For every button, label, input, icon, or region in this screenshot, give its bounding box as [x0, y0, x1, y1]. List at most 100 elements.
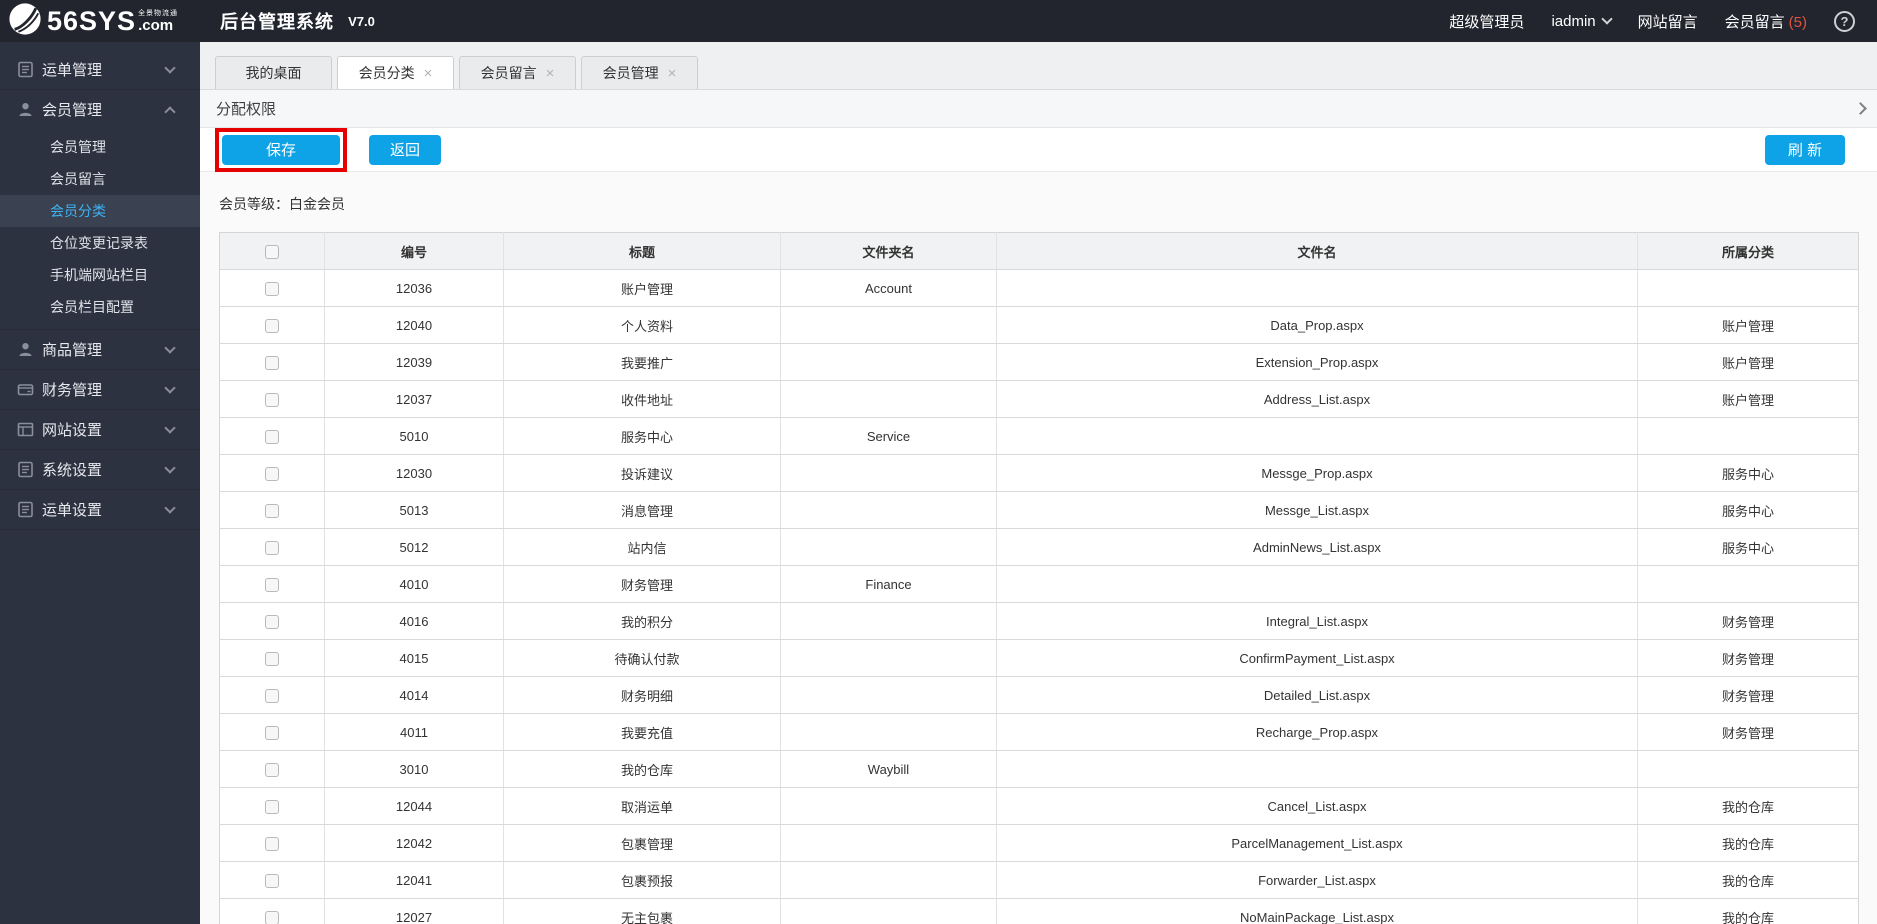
save-button[interactable]: 保存 [222, 134, 340, 165]
cell-category: 服务中心 [1637, 491, 1859, 529]
cell-title: 待确认付款 [503, 639, 781, 677]
cell-id: 5010 [324, 417, 504, 455]
sidebar-subitem-storage-change-log[interactable]: 仓位变更记录表 [0, 227, 200, 259]
cell-title: 投诉建议 [503, 454, 781, 492]
chevron-down-icon [164, 461, 176, 474]
header-file: 文件名 [996, 232, 1638, 270]
row-checkbox-cell [219, 343, 325, 381]
sidebar-item-member-management[interactable]: 会员管理 [0, 90, 200, 129]
app-root: 56SYS 全景物流通 .com 后台管理系统 V7.0 超级管理员 iadmi… [0, 0, 1877, 924]
row-checkbox[interactable] [265, 725, 279, 740]
cell-title: 我的仓库 [503, 750, 781, 788]
cell-file: Messge_List.aspx [996, 491, 1638, 529]
row-checkbox[interactable] [265, 318, 279, 333]
sidebar-item-system-settings[interactable]: 系统设置 [0, 450, 200, 489]
cell-id: 4011 [324, 713, 504, 751]
cell-file: Forwarder_List.aspx [996, 861, 1638, 899]
cell-folder [780, 454, 997, 492]
row-checkbox[interactable] [265, 762, 279, 777]
row-checkbox[interactable] [265, 688, 279, 703]
site-messages-link[interactable]: 网站留言 [1638, 11, 1698, 32]
cell-title: 收件地址 [503, 380, 781, 418]
sidebar-item-website-settings[interactable]: 网站设置 [0, 410, 200, 449]
row-checkbox[interactable] [265, 466, 279, 481]
row-checkbox[interactable] [265, 873, 279, 888]
sidebar-item-waybill-management[interactable]: 运单管理 [0, 50, 200, 89]
user-menu[interactable]: iadmin [1551, 13, 1613, 30]
row-checkbox[interactable] [265, 392, 279, 407]
sidebar-item-product-management[interactable]: 商品管理 [0, 330, 200, 369]
cell-folder: Finance [780, 565, 997, 603]
cell-title: 服务中心 [503, 417, 781, 455]
header-id: 编号 [324, 232, 504, 270]
row-checkbox[interactable] [265, 355, 279, 370]
sidebar-item-waybill-settings[interactable]: 运单设置 [0, 490, 200, 529]
row-checkbox-cell [219, 565, 325, 603]
row-checkbox[interactable] [265, 540, 279, 555]
cell-file: Integral_List.aspx [996, 602, 1638, 640]
row-checkbox[interactable] [265, 577, 279, 592]
sidebar-item-label: 会员管理 [42, 102, 103, 119]
close-icon[interactable]: × [424, 66, 433, 81]
cell-id: 12042 [324, 824, 504, 862]
cell-folder: Waybill [780, 750, 997, 788]
row-checkbox[interactable] [265, 614, 279, 629]
back-button[interactable]: 返回 [369, 134, 441, 165]
cell-folder [780, 602, 997, 640]
cell-category: 我的仓库 [1637, 787, 1859, 825]
cell-category: 财务管理 [1637, 639, 1859, 677]
row-checkbox[interactable] [265, 281, 279, 296]
row-checkbox[interactable] [265, 910, 279, 924]
chevron-right-icon[interactable] [1854, 102, 1867, 115]
tab-member-category[interactable]: 会员分类 × [337, 56, 454, 89]
logo-tagline: 全景物流通 [138, 9, 179, 17]
cell-title: 我要推广 [503, 343, 781, 381]
header-category: 所属分类 [1637, 232, 1859, 270]
sidebar-subitem-mobile-site-columns[interactable]: 手机端网站栏目 [0, 259, 200, 291]
chevron-down-icon [164, 381, 176, 394]
row-checkbox[interactable] [265, 799, 279, 814]
row-checkbox-cell [219, 639, 325, 677]
cell-title: 取消运单 [503, 787, 781, 825]
select-all-checkbox[interactable] [265, 244, 279, 259]
sidebar-item-label: 运单管理 [42, 62, 103, 79]
cell-file: Detailed_List.aspx [996, 676, 1638, 714]
refresh-button[interactable]: 刷 新 [1765, 134, 1845, 165]
sidebar-subitem-member-messages[interactable]: 会员留言 [0, 163, 200, 195]
logo-text: 56SYS [47, 5, 137, 36]
row-checkbox-cell [219, 713, 325, 751]
cell-category [1637, 417, 1859, 455]
tab-member-messages[interactable]: 会员留言 × [459, 56, 576, 89]
close-icon[interactable]: × [546, 66, 555, 81]
close-icon[interactable]: × [668, 66, 677, 81]
top-navbar: 56SYS 全景物流通 .com 后台管理系统 V7.0 超级管理员 iadmi… [0, 0, 1877, 42]
cell-folder: Service [780, 417, 997, 455]
page-title-bar: 分配权限 [200, 90, 1877, 128]
table-row: 12042 包裹管理 ParcelManagement_List.aspx 我的… [219, 824, 1859, 862]
tab-member-management[interactable]: 会员管理 × [581, 56, 698, 89]
row-checkbox[interactable] [265, 503, 279, 518]
sidebar-subitem-member-management[interactable]: 会员管理 [0, 131, 200, 163]
row-checkbox-cell [219, 269, 325, 307]
tab-my-desktop[interactable]: 我的桌面 [215, 56, 332, 89]
sidebar-item-label: 系统设置 [42, 462, 103, 479]
sidebar-subitem-member-column-config[interactable]: 会员栏目配置 [0, 291, 200, 323]
row-checkbox[interactable] [265, 429, 279, 444]
system-icon [17, 461, 34, 478]
table-row: 12030 投诉建议 Messge_Prop.aspx 服务中心 [219, 454, 1859, 492]
row-checkbox-cell [219, 602, 325, 640]
product-icon [17, 341, 34, 358]
help-icon[interactable]: ? [1834, 10, 1855, 32]
tab-label: 会员分类 [358, 65, 415, 81]
cell-folder [780, 898, 997, 924]
cell-folder: Account [780, 269, 997, 307]
cell-title: 包裹管理 [503, 824, 781, 862]
table-header-row: 编号 标题 文件夹名 文件名 所属分类 [219, 232, 1859, 270]
member-messages-link[interactable]: 会员留言 (5) [1725, 11, 1807, 32]
row-checkbox[interactable] [265, 836, 279, 851]
cell-title: 包裹预报 [503, 861, 781, 899]
sidebar-item-finance-management[interactable]: 财务管理 [0, 370, 200, 409]
row-checkbox[interactable] [265, 651, 279, 666]
sidebar-subitem-member-category[interactable]: 会员分类 [0, 195, 200, 227]
table-row: 5012 站内信 AdminNews_List.aspx 服务中心 [219, 528, 1859, 566]
